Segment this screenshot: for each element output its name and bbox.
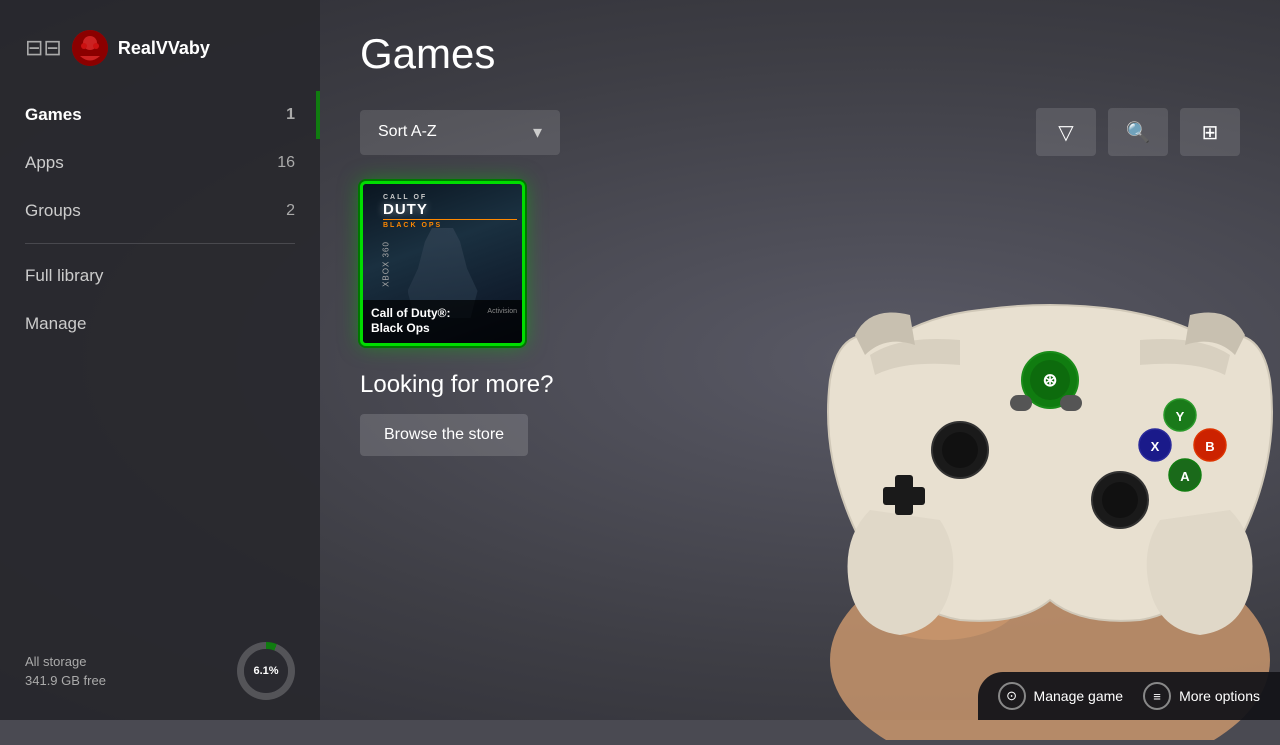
filter-icon: ▽ (1058, 120, 1073, 145)
publisher-label: Activision (487, 308, 517, 315)
storage-free: 341.9 GB free (25, 671, 106, 691)
more-options-label: More options (1179, 688, 1260, 704)
username: RealVVaby (118, 38, 210, 59)
search-icon: 🔍 (1126, 120, 1151, 145)
sidebar-item-games[interactable]: Games 1 (0, 91, 320, 139)
nav-count-games: 1 (286, 106, 295, 124)
nav-items: Games 1 Apps 16 Groups 2 Full library Ma… (0, 91, 320, 700)
looking-for-more-section: Looking for more? Browse the store (360, 371, 1240, 456)
sort-dropdown[interactable]: Sort A-Z ▾ (360, 110, 560, 155)
sidebar-item-groups[interactable]: Groups 2 (0, 187, 320, 235)
nav-label-manage: Manage (25, 314, 86, 334)
sidebar-item-manage[interactable]: Manage (0, 300, 320, 348)
library-icon: ⊟⊟ (25, 35, 62, 61)
manage-icon: ⊞ (1202, 120, 1219, 145)
nav-count-groups: 2 (286, 202, 295, 220)
storage-section: All storage 341.9 GB free 6.1% (0, 642, 320, 700)
chevron-down-icon: ▾ (533, 122, 542, 143)
nav-label-groups: Groups (25, 201, 81, 221)
storage-label: All storage (25, 652, 106, 672)
bottom-bar-manage-game[interactable]: ⊙ Manage game (998, 682, 1124, 710)
games-grid: XBOX 360 CALL OF DUTY BLACK OPS Activisi… (360, 181, 1240, 346)
storage-ring: 6.1% (237, 642, 295, 700)
looking-more-title: Looking for more? (360, 371, 1240, 399)
browse-store-button[interactable]: Browse the store (360, 414, 528, 456)
game-name-line2: Black Ops (371, 321, 430, 335)
nav-label-full-library: Full library (25, 266, 103, 286)
platform-label: XBOX 360 (381, 241, 390, 287)
sidebar-header: ⊟⊟ RealVVaby (0, 20, 320, 91)
nav-divider (25, 243, 295, 244)
page-title: Games (360, 30, 1240, 78)
nav-label-games: Games (25, 105, 82, 125)
sort-label: Sort A-Z (378, 123, 437, 141)
game-name-label: Call of Duty®: Black Ops (363, 300, 522, 343)
nav-count-apps: 16 (277, 154, 295, 172)
game-tile-inner: XBOX 360 CALL OF DUTY BLACK OPS Activisi… (363, 184, 522, 343)
manage-button[interactable]: ⊞ (1180, 108, 1240, 156)
sidebar: ⊟⊟ RealVVaby Games 1 Apps 16 Groups 2 (0, 0, 320, 720)
toolbar: Sort A-Z ▾ ▽ 🔍 ⊞ (360, 108, 1240, 156)
manage-game-label: Manage game (1034, 688, 1124, 704)
more-options-icon: ≡ (1143, 682, 1171, 710)
filter-button[interactable]: ▽ (1036, 108, 1096, 156)
search-button[interactable]: 🔍 (1108, 108, 1168, 156)
storage-percent: 6.1% (253, 665, 278, 677)
sidebar-item-apps[interactable]: Apps 16 (0, 139, 320, 187)
bottom-bar-more-options[interactable]: ≡ More options (1143, 682, 1260, 710)
game-logo: CALL OF DUTY BLACK OPS (383, 194, 517, 229)
manage-game-icon: ⊙ (998, 682, 1026, 710)
game-tile-cod-black-ops[interactable]: XBOX 360 CALL OF DUTY BLACK OPS Activisi… (360, 181, 525, 346)
sidebar-item-full-library[interactable]: Full library (0, 252, 320, 300)
main-content: Games Sort A-Z ▾ ▽ 🔍 ⊞ XBOX 360 (320, 0, 1280, 720)
avatar (72, 30, 108, 66)
bottom-bar: ⊙ Manage game ≡ More options (978, 672, 1280, 720)
game-name-line1: Call of Duty®: (371, 306, 451, 320)
nav-label-apps: Apps (25, 153, 64, 173)
